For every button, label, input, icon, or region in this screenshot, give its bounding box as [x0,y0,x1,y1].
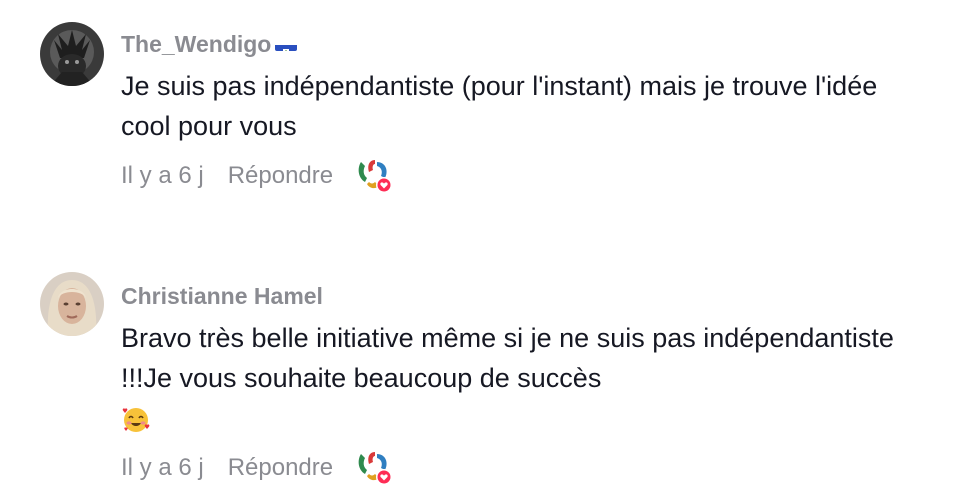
avatar[interactable] [40,22,104,86]
comment-username[interactable]: Christianne Hamel [121,282,934,310]
comment-text: Bravo très belle initiative même si je n… [121,318,931,438]
comment-meta: Il y a 6 j Répondre [121,450,934,486]
username-text: The_Wendigo [121,31,272,57]
comment-text: Je suis pas indépendantiste (pour l'inst… [121,71,878,141]
creator-liked-icon [355,450,395,486]
reply-button[interactable]: Répondre [228,454,333,482]
comment-meta: Il y a 6 j Répondre [121,158,934,194]
comment-timestamp: Il y a 6 j [121,162,204,189]
smiling-face-with-hearts-icon [121,405,151,435]
creator-liked-icon [355,158,395,194]
comment-text-content: Bravo très belle initiative même si je n… [121,323,894,393]
avatar[interactable] [40,272,104,336]
haiti-flag-icon [275,37,298,51]
comment-username[interactable]: The_Wendigo [121,30,934,58]
username-text: Christianne Hamel [121,283,323,309]
reply-button[interactable]: Répondre [228,162,333,190]
comment-timestamp: Il y a 6 j [121,454,204,481]
